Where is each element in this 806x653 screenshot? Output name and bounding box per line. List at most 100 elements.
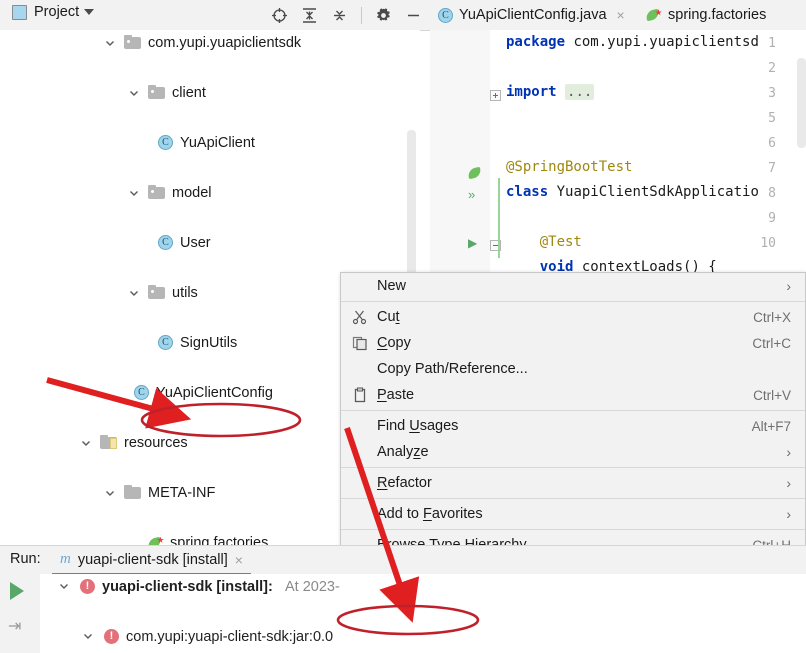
menu-shortcut: Alt+F7 bbox=[751, 418, 791, 434]
run-header: Run: m yuapi-client-sdk [install] × bbox=[0, 546, 806, 575]
chevron-right-icon: › bbox=[786, 444, 791, 460]
spring-leaf-icon bbox=[147, 536, 164, 545]
code-line-1: package com.yupi.yuapiclientsd bbox=[506, 34, 759, 50]
ide-window: Project C YuApiClientConfig.java × sprin… bbox=[0, 0, 806, 653]
chevron-down-icon[interactable] bbox=[84, 9, 94, 15]
run-output-tree[interactable]: ! yuapi-client-sdk [install]: At 2023- !… bbox=[40, 574, 806, 653]
project-icon bbox=[12, 4, 27, 20]
menu-item-cut[interactable]: Cut Ctrl+X bbox=[341, 304, 805, 330]
java-class-icon: C bbox=[158, 135, 173, 150]
line-number: 6 bbox=[768, 136, 776, 151]
line-number: 2 bbox=[768, 61, 776, 76]
expand-imports-icon[interactable] bbox=[490, 90, 501, 101]
menu-item-analyze[interactable]: Analyze › bbox=[341, 439, 805, 465]
tree-row-client[interactable]: client bbox=[0, 80, 420, 105]
settings-gear-icon[interactable] bbox=[375, 7, 392, 24]
chevron-right-icon: › bbox=[786, 475, 791, 491]
folder-icon bbox=[148, 85, 165, 99]
tree-row-label: YuApiClientConfig bbox=[156, 384, 273, 401]
resources-folder-icon bbox=[100, 435, 117, 449]
menu-item-label: Copy Path/Reference... bbox=[377, 361, 528, 377]
expand-all-icon[interactable] bbox=[301, 7, 318, 24]
close-icon[interactable]: × bbox=[235, 552, 243, 568]
chevron-right-icon: › bbox=[786, 278, 791, 294]
editor-tab-yuapiclientconfig[interactable]: C YuApiClientConfig.java × bbox=[438, 0, 625, 30]
editor-tab-spring-factories[interactable]: spring.factories bbox=[645, 0, 767, 30]
project-tool-window-button[interactable]: Project bbox=[12, 4, 79, 20]
run-configuration-tab[interactable]: m yuapi-client-sdk [install] × bbox=[52, 546, 251, 575]
changed-lines-marker bbox=[498, 178, 500, 258]
menu-separator bbox=[341, 467, 805, 468]
tree-row-label: model bbox=[172, 184, 212, 201]
minimize-icon[interactable] bbox=[405, 7, 422, 24]
java-class-icon: C bbox=[158, 335, 173, 350]
tree-row-label: SignUtils bbox=[180, 334, 238, 351]
chevron-down-icon[interactable] bbox=[104, 487, 116, 499]
tree-row-com-yupi-yuapiclientsdk[interactable]: com.yupi.yuapiclientsdk bbox=[0, 30, 420, 55]
menu-item-label: Copy bbox=[377, 335, 411, 351]
tree-row-user[interactable]: C User bbox=[0, 230, 420, 255]
chevron-down-icon[interactable] bbox=[128, 187, 140, 199]
folder-icon bbox=[148, 185, 165, 199]
menu-item-refactor[interactable]: Refactor › bbox=[341, 470, 805, 496]
run-tree-label: com.yupi:yuapi-client-sdk:jar:0.0 bbox=[126, 628, 334, 645]
chevron-down-icon[interactable] bbox=[128, 287, 140, 299]
editor-tab-label: spring.factories bbox=[668, 7, 767, 23]
collapse-all-icon[interactable] bbox=[331, 7, 348, 24]
chevron-down-icon[interactable] bbox=[128, 87, 140, 99]
code-line-9: @Test bbox=[506, 234, 582, 250]
rerun-failed-tests-icon[interactable]: ⇥ bbox=[8, 616, 21, 636]
folder-icon bbox=[124, 485, 141, 499]
menu-separator bbox=[341, 410, 805, 411]
menu-item-new[interactable]: New › bbox=[341, 273, 805, 299]
chevron-down-icon[interactable] bbox=[58, 580, 70, 592]
folded-imports[interactable]: ... bbox=[565, 84, 595, 100]
tree-row-yuapiclient[interactable]: C YuApiClient bbox=[0, 130, 420, 155]
run-all-tests-gutter-icon[interactable]: » bbox=[468, 188, 484, 204]
run-tree-row-artifact[interactable]: ! com.yupi:yuapi-client-sdk:jar:0.0 bbox=[40, 624, 806, 649]
folder-icon bbox=[148, 285, 165, 299]
close-icon[interactable]: × bbox=[617, 7, 625, 23]
line-number: 9 bbox=[768, 211, 776, 226]
tree-row-model[interactable]: model bbox=[0, 180, 420, 205]
menu-item-label: Analyze bbox=[377, 444, 429, 460]
menu-item-add-to-favorites[interactable]: Add to Favorites › bbox=[341, 501, 805, 527]
run-tree-label: yuapi-client-sdk [install]: bbox=[102, 578, 273, 595]
tree-row-label: YuApiClient bbox=[180, 134, 255, 151]
run-tree-row-build[interactable]: ! yuapi-client-sdk [install]: At 2023- bbox=[40, 574, 806, 599]
menu-item-find-usages[interactable]: Find Usages Alt+F7 bbox=[341, 413, 805, 439]
menu-item-label: Refactor bbox=[377, 475, 432, 491]
line-number: 5 bbox=[768, 111, 776, 126]
chevron-down-icon[interactable] bbox=[82, 630, 94, 642]
menu-item-copy-path-reference[interactable]: Copy Path/Reference... bbox=[341, 356, 805, 382]
menu-item-label: Add to Favorites bbox=[377, 506, 483, 522]
run-label: Run: bbox=[10, 551, 41, 567]
spring-bean-gutter-icon[interactable] bbox=[467, 166, 484, 180]
editor-scrollbar[interactable] bbox=[797, 58, 806, 148]
copy-icon bbox=[352, 335, 368, 351]
menu-shortcut: Ctrl+V bbox=[753, 387, 791, 403]
editor-tab-bar: C YuApiClientConfig.java × spring.factor… bbox=[430, 0, 806, 31]
run-toolbar: ⇥ bbox=[0, 574, 40, 653]
run-tab-label: yuapi-client-sdk [install] bbox=[77, 551, 228, 568]
menu-item-copy[interactable]: Copy Ctrl+C bbox=[341, 330, 805, 356]
menu-item-label: Paste bbox=[377, 387, 415, 403]
menu-item-paste[interactable]: Paste Ctrl+V bbox=[341, 382, 805, 408]
menu-separator bbox=[341, 498, 805, 499]
java-class-icon: C bbox=[134, 385, 149, 400]
run-tool-window: Run: m yuapi-client-sdk [install] × ⇥ ! … bbox=[0, 545, 806, 653]
tree-row-label: client bbox=[172, 84, 206, 101]
code-editor[interactable]: 1 2 3 5 6 7 8 9 10 » ▶ package com.yupi.… bbox=[430, 30, 806, 280]
run-test-gutter-icon[interactable]: ▶ bbox=[468, 236, 484, 252]
line-number: 7 bbox=[768, 161, 776, 176]
spring-leaf-icon bbox=[645, 8, 662, 22]
line-number: 10 bbox=[760, 236, 776, 251]
rerun-button[interactable] bbox=[10, 582, 24, 600]
chevron-down-icon[interactable] bbox=[104, 37, 116, 49]
run-tree-timestamp: At 2023- bbox=[285, 578, 340, 595]
locate-icon[interactable] bbox=[271, 7, 288, 24]
chevron-down-icon[interactable] bbox=[80, 437, 92, 449]
error-icon: ! bbox=[80, 579, 95, 594]
menu-shortcut: Ctrl+C bbox=[752, 335, 791, 351]
menu-item-label: Find Usages bbox=[377, 418, 459, 434]
